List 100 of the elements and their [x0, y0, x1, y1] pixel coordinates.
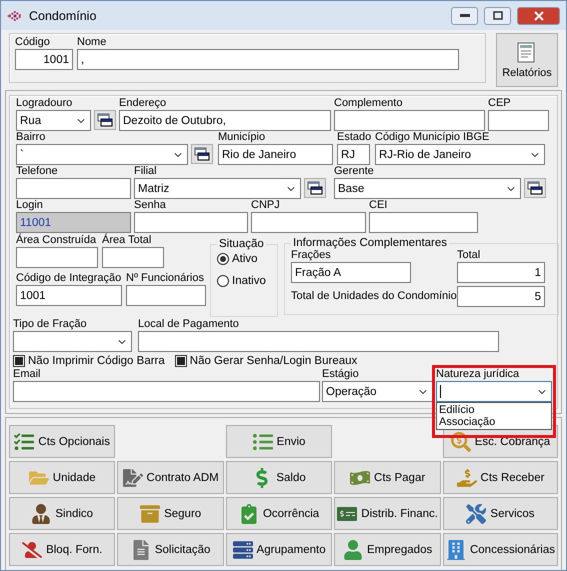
window-title: Condomínio: [29, 8, 98, 22]
window-stack-icon: [97, 113, 113, 127]
action-button[interactable]: Distrib. Financ.: [334, 497, 441, 530]
field-label: Endereço: [119, 97, 168, 110]
field-label: Bairro: [16, 131, 46, 144]
dropdown-option[interactable]: Associação: [439, 416, 549, 428]
lookup-button[interactable]: [304, 178, 326, 198]
input-field[interactable]: Fração A: [291, 262, 411, 283]
reports-button[interactable]: Relatórios: [496, 33, 558, 87]
input-field[interactable]: [102, 247, 164, 268]
input-field[interactable]: RJ: [337, 144, 370, 165]
field-label: Tipo de Fração: [13, 318, 88, 331]
button-icon: [22, 540, 42, 560]
input-field[interactable]: [334, 110, 485, 131]
field-label: Logradouro: [16, 97, 74, 110]
lookup-button[interactable]: [191, 144, 213, 164]
window-stack-icon: [194, 147, 210, 161]
button-icon: [450, 432, 471, 452]
input-field[interactable]: [251, 212, 366, 233]
field-label: Frações: [291, 249, 332, 262]
dropdown[interactable]: RJ-Rio de Janeiro: [375, 144, 545, 165]
action-button[interactable]: Contrato ADM: [117, 461, 224, 494]
action-button[interactable]: Unidade: [9, 461, 116, 494]
field-label: Área Total: [102, 234, 152, 247]
button-icon: [456, 468, 477, 488]
field-label: Área Construída: [16, 234, 98, 247]
dropdown[interactable]: Operação: [322, 381, 433, 402]
field-label: Nome: [77, 36, 108, 49]
input-field[interactable]: Dezoito de Outubro,: [119, 110, 331, 131]
input-field[interactable]: [126, 285, 206, 306]
dropdown[interactable]: [436, 381, 552, 402]
input-field[interactable]: [16, 247, 98, 268]
dropdown[interactable]: Matriz: [134, 178, 301, 199]
group-title: Informações Complementares: [292, 237, 448, 249]
input-field[interactable]: [16, 178, 131, 199]
button-icon: [238, 504, 259, 524]
action-button[interactable]: Solicitação: [117, 533, 224, 566]
input-field[interactable]: 1001: [16, 285, 122, 306]
group-title: Situação: [218, 238, 265, 250]
field-label: Código: [15, 36, 51, 49]
field-label: CEI: [369, 199, 388, 212]
minimize-button[interactable]: [451, 6, 478, 24]
button-icon: [140, 504, 160, 524]
action-button[interactable]: Sindico: [9, 497, 116, 530]
field-label: Código Município IBGE: [375, 131, 490, 144]
input-field[interactable]: 5: [457, 286, 545, 307]
button-icon: [466, 504, 486, 524]
dropdown[interactable]: Base: [334, 178, 521, 199]
field-label: Filial: [134, 165, 158, 178]
action-button[interactable]: Cts Receber: [442, 461, 558, 494]
field-label: Total: [457, 249, 482, 262]
field-label: Email: [13, 368, 42, 381]
button-icon: [130, 540, 151, 560]
action-button[interactable]: Agrupamento: [226, 533, 332, 566]
dropdown[interactable]: `: [16, 144, 188, 165]
app-logo-icon: [7, 8, 23, 22]
maximize-button[interactable]: [484, 6, 511, 24]
checkbox[interactable]: Não Gerar Senha/Login Bureaux: [174, 355, 358, 367]
input-field[interactable]: [369, 212, 478, 233]
field-label: Nº Funcionários: [126, 272, 205, 285]
dropdown[interactable]: Rua: [16, 110, 91, 131]
action-button[interactable]: Empregados: [334, 533, 441, 566]
button-icon: [14, 432, 34, 452]
input-field[interactable]: [138, 331, 499, 352]
action-button[interactable]: Envio: [226, 425, 332, 458]
input-field[interactable]: 1: [457, 262, 545, 283]
window-stack-icon: [307, 181, 323, 195]
checkbox[interactable]: Não Imprimir Código Barra: [13, 355, 165, 367]
field-label: Telefone: [16, 165, 59, 178]
field-label: CNPJ: [251, 199, 281, 212]
action-button[interactable]: Servicos: [442, 497, 558, 530]
dropdown-option[interactable]: Edilício: [439, 404, 549, 416]
input-field[interactable]: 1001: [15, 49, 73, 70]
action-button[interactable]: Bloq. Forn.: [9, 533, 116, 566]
close-button[interactable]: [517, 6, 560, 24]
field-label: Estado: [337, 131, 370, 144]
lookup-button[interactable]: [524, 178, 546, 198]
input-field[interactable]: ,: [77, 49, 459, 70]
action-button[interactable]: Ocorrência: [226, 497, 332, 530]
field-label: Login: [16, 199, 44, 212]
minimize-icon: [460, 14, 470, 18]
report-icon: [517, 42, 537, 64]
input-field[interactable]: Rio de Janeiro: [218, 144, 333, 165]
field-label: Gerente: [334, 165, 375, 178]
lookup-button[interactable]: [94, 110, 116, 130]
action-button[interactable]: Seguro: [117, 497, 224, 530]
radio-option[interactable]: Inativo: [217, 275, 271, 287]
input-field[interactable]: [134, 212, 248, 233]
action-button[interactable]: Saldo: [226, 461, 332, 494]
action-button[interactable]: Cts Opcionais: [9, 425, 116, 458]
radio-option[interactable]: Ativo: [217, 253, 271, 265]
field-label: Local de Pagamento: [138, 318, 240, 331]
action-button[interactable]: Cts Pagar: [334, 461, 441, 494]
action-button[interactable]: Concessionárias: [442, 533, 558, 566]
field-label: Estágio: [322, 368, 360, 381]
input-field[interactable]: [488, 110, 549, 131]
window-stack-icon: [527, 181, 543, 195]
field-label: Natureza jurídica: [436, 368, 520, 381]
dropdown[interactable]: [13, 331, 132, 352]
input-field[interactable]: [13, 381, 320, 402]
